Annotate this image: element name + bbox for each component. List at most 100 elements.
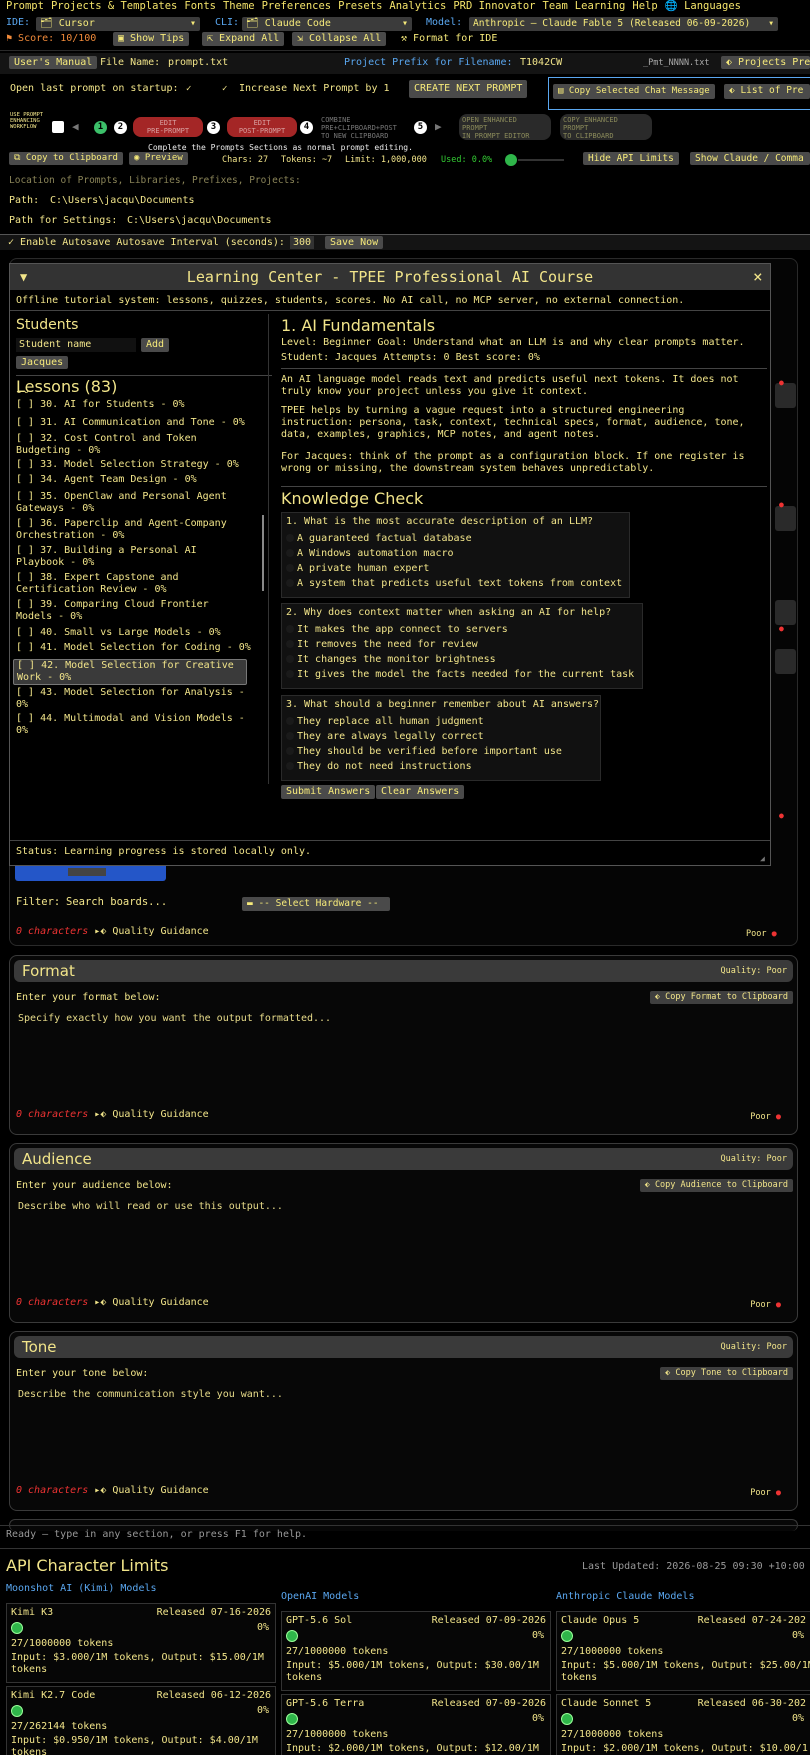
section-header[interactable]: Format Quality: Poor xyxy=(14,960,793,982)
expand-all-button[interactable]: ⇱ Expand All xyxy=(202,32,285,46)
radio-button[interactable] xyxy=(286,747,294,755)
cli-select[interactable]: 🗂 Claude Code ▾ xyxy=(242,17,412,31)
menu-item[interactable]: PRD Innovator xyxy=(453,0,535,12)
select-hardware-dropdown[interactable]: ▬ -- Select Hardware -- xyxy=(242,897,390,911)
answer-option[interactable]: It changes the monitor brightness xyxy=(286,652,634,667)
menu-item[interactable]: Help xyxy=(632,0,657,12)
radio-button[interactable] xyxy=(286,655,294,663)
answer-option[interactable]: It makes the app connect to servers xyxy=(286,622,634,637)
lesson-item[interactable]: [ ] 41. Model Selection for Coding - 0% xyxy=(16,642,256,654)
lesson-item[interactable]: [ ] 31. AI Communication and Tone - 0% xyxy=(16,417,256,429)
radio-button[interactable] xyxy=(286,549,294,557)
lesson-item[interactable]: [ ] 34. Agent Team Design - 0% xyxy=(16,474,256,486)
radio-button[interactable] xyxy=(286,564,294,572)
collapse-all-button[interactable]: ⇲ Collapse All xyxy=(292,32,387,46)
copy-to-clipboard-button[interactable]: ⧉ Copy to Clipboard xyxy=(9,152,123,165)
answer-option[interactable]: A guaranteed factual database xyxy=(286,531,622,546)
section-textarea[interactable]: Describe the communication style you wan… xyxy=(18,1389,283,1400)
model-select[interactable]: Anthropic — Claude Fable 5 (Released 06-… xyxy=(469,17,778,31)
preview-button[interactable]: ◉ Preview xyxy=(129,152,188,165)
answer-option[interactable]: A Windows automation macro xyxy=(286,546,622,561)
lesson-item[interactable]: 0% xyxy=(16,391,256,397)
answer-option[interactable]: It removes the need for review xyxy=(286,637,634,652)
users-manual-button[interactable]: User's Manual xyxy=(9,56,98,69)
section-header[interactable]: Audience Quality: Poor xyxy=(14,1148,793,1170)
resize-grip-icon[interactable]: ◢ xyxy=(760,854,765,863)
hide-api-limits-button[interactable]: Hide API Limits xyxy=(583,152,679,165)
autosave-checkbox[interactable]: ✓ xyxy=(8,237,20,248)
open-last-checkbox[interactable]: ✓ xyxy=(186,84,191,94)
radio-button[interactable] xyxy=(286,640,294,648)
lesson-item[interactable]: [ ] 44. Multimodal and Vision Models - 0… xyxy=(16,713,256,737)
menu-item[interactable]: Theme xyxy=(223,0,255,12)
path-input[interactable]: C:\Users\jacqu\Documents xyxy=(50,195,195,206)
arrow-right-icon[interactable]: ▶ xyxy=(435,120,442,133)
student-jacques[interactable]: Jacques xyxy=(16,356,69,369)
lesson-item[interactable]: [ ] 36. Paperclip and Agent-Company Orch… xyxy=(16,518,256,542)
menu-item[interactable]: Projects & Templates xyxy=(51,0,177,12)
projects-preset-button[interactable]: ⬖ Projects Pre xyxy=(721,56,810,69)
menu-item[interactable]: Preferences xyxy=(262,0,332,12)
answer-option[interactable]: They are always legally correct xyxy=(286,729,562,744)
section-header[interactable]: Tone Quality: Poor xyxy=(14,1336,793,1358)
answer-option[interactable]: A system that predicts useful text token… xyxy=(286,576,622,591)
answer-option[interactable]: A private human expert xyxy=(286,561,622,576)
menu-item[interactable]: Team xyxy=(543,0,568,12)
lessons-scrollbar[interactable] xyxy=(262,515,264,591)
edit-pre-prompt-button[interactable]: EDIT PRE-PROMPT xyxy=(133,117,203,137)
open-enhanced-button[interactable]: OPEN ENHANCED PROMPT IN PROMPT EDITOR xyxy=(459,114,551,140)
lesson-item[interactable]: [ ] 39. Comparing Cloud Frontier Models … xyxy=(16,599,256,623)
answer-option[interactable]: They replace all human judgment xyxy=(286,714,562,729)
answer-option[interactable]: They should be verified before important… xyxy=(286,744,562,759)
radio-button[interactable] xyxy=(286,762,294,770)
radio-button[interactable] xyxy=(286,534,294,542)
copy-section-button[interactable]: ⬖ Copy Format to Clipboard xyxy=(649,991,793,1004)
lesson-item[interactable]: [ ] 30. AI for Students - 0% xyxy=(16,399,256,411)
show-tips-button[interactable]: ▣ Show Tips xyxy=(113,32,190,46)
menu-item[interactable]: Analytics xyxy=(389,0,446,12)
quality-guidance-link[interactable]: Quality Guidance xyxy=(112,926,208,937)
workflow-checkbox[interactable] xyxy=(52,121,64,133)
edit-post-prompt-button[interactable]: EDIT POST-PROMPT xyxy=(227,117,297,137)
list-of-presets-button[interactable]: ⬖ List of Pre xyxy=(724,84,810,99)
format-ide-button[interactable]: ⚒ Format for IDE xyxy=(401,33,497,44)
copy-selected-chat-button[interactable]: ▤ Copy Selected Chat Message xyxy=(553,84,715,99)
quality-guidance-link[interactable]: Quality Guidance xyxy=(112,1297,208,1308)
lesson-item[interactable]: [ ] 32. Cost Control and Token Budgeting… xyxy=(16,433,256,457)
show-claude-button[interactable]: Show Claude / Comma xyxy=(690,152,810,165)
radio-button[interactable] xyxy=(286,732,294,740)
filter-input[interactable]: Search boards... xyxy=(66,896,167,908)
radio-button[interactable] xyxy=(286,579,294,587)
combine-button[interactable]: COMBINE PRE+CLIPBOARD+POST TO NEW CLIPBO… xyxy=(318,114,408,140)
radio-button[interactable] xyxy=(286,670,294,678)
menu-item[interactable]: Presets xyxy=(338,0,382,12)
arrow-left-icon[interactable]: ◀ xyxy=(72,120,79,133)
quality-guidance-link[interactable]: Quality Guidance xyxy=(112,1485,208,1496)
answer-option[interactable]: It gives the model the facts needed for … xyxy=(286,667,634,682)
radio-button[interactable] xyxy=(286,625,294,633)
clear-answers-button[interactable]: Clear Answers xyxy=(376,785,465,799)
menu-item[interactable]: 🌐 Languages xyxy=(665,0,741,12)
ide-select[interactable]: 🗂 Cursor ▾ xyxy=(36,17,200,31)
lesson-item[interactable]: [ ] 37. Building a Personal AI Playbook … xyxy=(16,545,256,569)
lesson-item[interactable]: [ ] 33. Model Selection Strategy - 0% xyxy=(16,459,256,471)
quality-guidance-link[interactable]: Quality Guidance xyxy=(112,1109,208,1120)
section-textarea[interactable]: Describe who will read or use this outpu… xyxy=(18,1201,283,1212)
close-icon[interactable]: × xyxy=(753,267,763,286)
autosave-interval-input[interactable]: 300 xyxy=(290,236,315,249)
copy-section-button[interactable]: ⬖ Copy Tone to Clipboard xyxy=(660,1367,793,1380)
lesson-item[interactable]: [ ] 35. OpenClaw and Personal Agent Gate… xyxy=(16,491,256,515)
lesson-item[interactable]: [ ] 43. Model Selection for Analysis - 0… xyxy=(16,687,256,711)
copy-section-button[interactable]: ⬖ Copy Audience to Clipboard xyxy=(639,1179,793,1192)
submit-answers-button[interactable]: Submit Answers xyxy=(281,785,376,799)
lesson-item[interactable]: [ ] 40. Small vs Large Models - 0% xyxy=(16,627,256,639)
project-prefix-input[interactable]: T1042CW xyxy=(520,56,620,69)
lesson-item[interactable]: [ ] 38. Expert Capstone and Certificatio… xyxy=(16,572,256,596)
radio-button[interactable] xyxy=(286,717,294,725)
answer-option[interactable]: They do not need instructions xyxy=(286,759,562,774)
create-next-prompt-button[interactable]: CREATE NEXT PROMPT xyxy=(409,80,528,98)
lesson-item[interactable]: [ ] 42. Model Selection for Creative Wor… xyxy=(13,659,247,685)
menu-item[interactable]: Prompt xyxy=(6,0,44,12)
copy-enhanced-button[interactable]: COPY ENHANCED PROMPT TO CLIPBOARD xyxy=(560,114,652,140)
menu-item[interactable]: Fonts xyxy=(184,0,216,12)
